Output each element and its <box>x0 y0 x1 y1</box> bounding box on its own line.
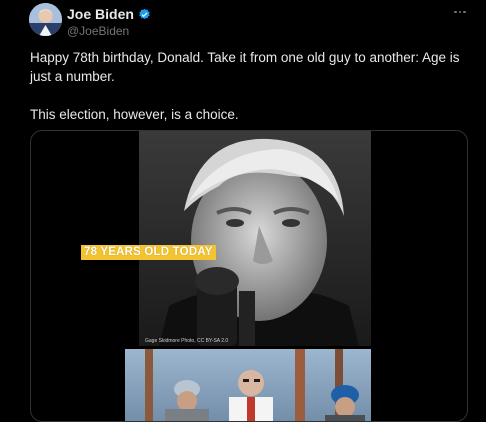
avatar[interactable] <box>29 3 62 36</box>
overlay-caption: 78 YEARS OLD TODAY <box>81 245 216 260</box>
author-name-text[interactable]: Joe Biden <box>67 6 134 22</box>
verified-badge-icon <box>139 8 150 19</box>
author-handle[interactable]: @JoeBiden <box>67 24 129 38</box>
post-paragraph: Happy 78th birthday, Donald. Take it fro… <box>30 50 460 84</box>
post-text: Happy 78th birthday, Donald. Take it fro… <box>30 48 470 124</box>
photo-credit: Gage Skidmore Photo, CC BY-SA 2.0 <box>145 338 229 344</box>
rally-photo[interactable] <box>125 349 371 422</box>
portrait-photo[interactable] <box>139 131 371 346</box>
post-paragraph: This election, however, is a choice. <box>30 107 239 122</box>
post-media[interactable]: 78 YEARS OLD TODAY Gage Skidmore Photo, … <box>30 130 468 422</box>
author-name[interactable]: Joe Biden <box>67 6 151 22</box>
more-horizontal-icon[interactable] <box>450 4 470 20</box>
